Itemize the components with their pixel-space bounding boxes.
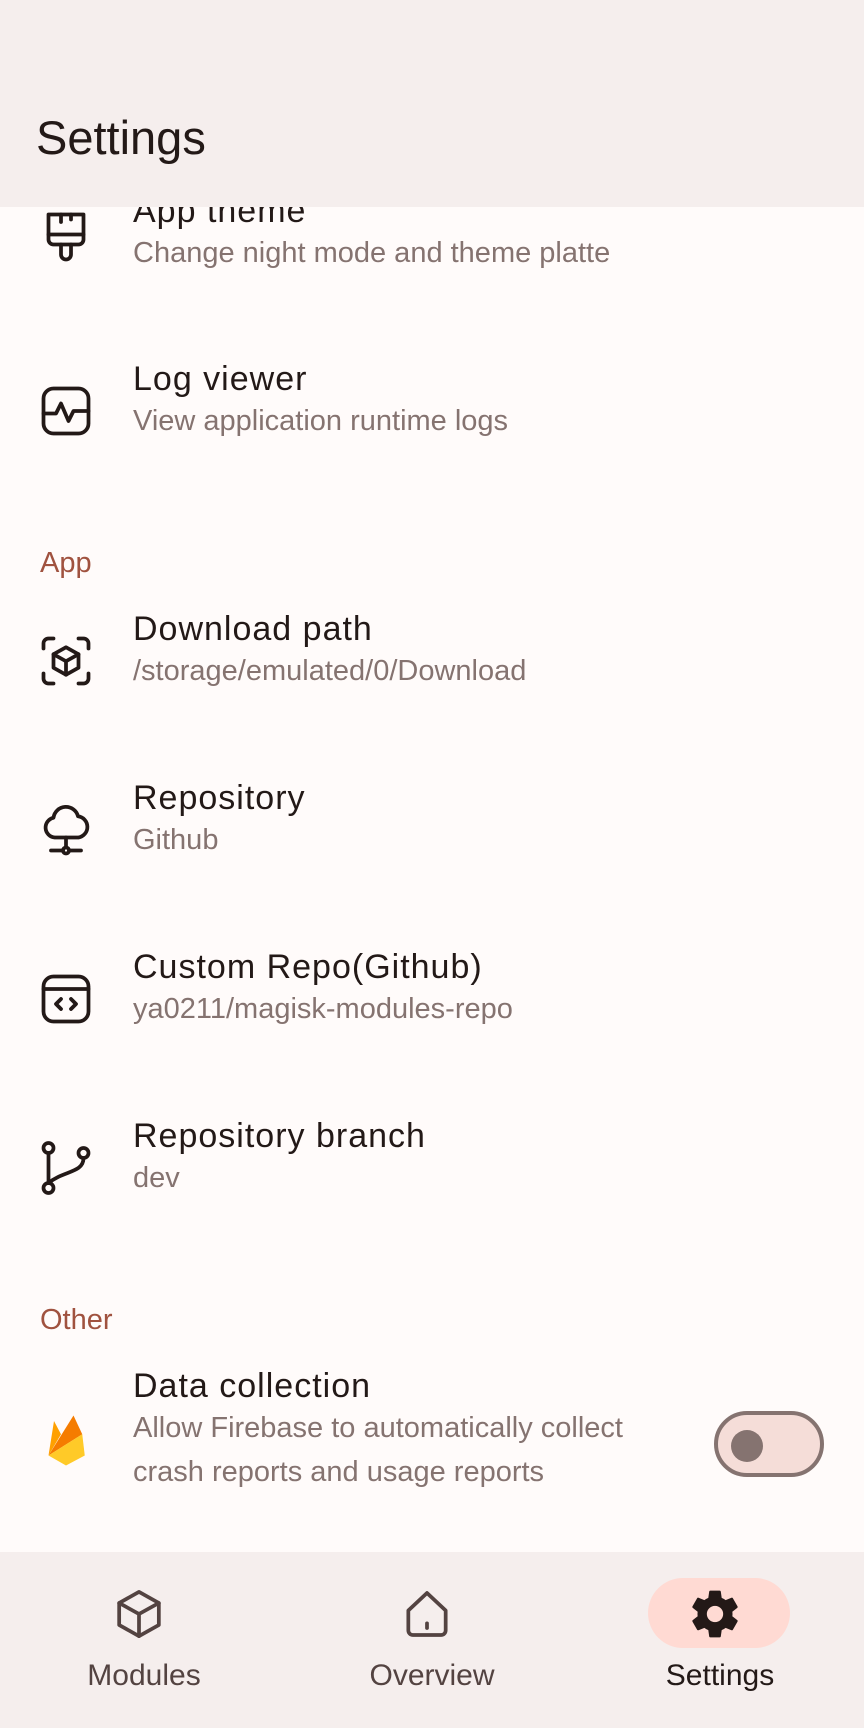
git-branch-icon bbox=[36, 1138, 96, 1198]
activity-monitor-icon bbox=[36, 381, 96, 441]
nav-item-settings[interactable]: Settings bbox=[576, 1552, 864, 1728]
settings-item-subtitle: ya0211/magisk-modules-repo bbox=[133, 993, 513, 1025]
settings-item-subtitle: /storage/emulated/0/Download bbox=[133, 655, 527, 687]
settings-item-title: Repository bbox=[133, 779, 306, 817]
home-icon bbox=[399, 1586, 455, 1642]
settings-item-repository-branch[interactable]: Repository branch dev bbox=[0, 1110, 864, 1278]
settings-list[interactable]: App theme Change night mode and theme pl… bbox=[0, 207, 864, 1552]
settings-item-download-path[interactable]: Download path /storage/emulated/0/Downlo… bbox=[0, 603, 864, 771]
settings-item-custom-repo[interactable]: Custom Repo(Github) ya0211/magisk-module… bbox=[0, 941, 864, 1109]
settings-item-subtitle: Allow Firebase to automatically collect … bbox=[133, 1412, 623, 1488]
cloud-network-icon bbox=[36, 800, 96, 860]
settings-item-subtitle: dev bbox=[133, 1162, 180, 1194]
section-header-other: Other bbox=[40, 1304, 113, 1336]
nav-label: Overview bbox=[369, 1659, 495, 1692]
firebase-icon bbox=[36, 1408, 96, 1468]
top-app-bar: Settings bbox=[0, 0, 864, 207]
settings-item-app-theme[interactable]: App theme Change night mode and theme pl… bbox=[0, 207, 864, 353]
settings-item-title: App theme bbox=[133, 207, 307, 230]
section-header-app: App bbox=[40, 547, 92, 579]
nav-item-modules[interactable]: Modules bbox=[0, 1552, 288, 1728]
settings-item-repository[interactable]: Repository Github bbox=[0, 772, 864, 940]
cube-icon bbox=[111, 1586, 167, 1642]
data-collection-toggle[interactable] bbox=[714, 1411, 824, 1477]
box-folder-icon bbox=[36, 631, 96, 691]
settings-item-log-viewer[interactable]: Log viewer View application runtime logs bbox=[0, 353, 864, 521]
page-title: Settings bbox=[36, 111, 206, 164]
bottom-navigation: Modules Overview Settings bbox=[0, 1552, 864, 1728]
nav-label: Settings bbox=[665, 1659, 775, 1692]
settings-item-subtitle: Github bbox=[133, 824, 219, 856]
settings-item-subtitle: View application runtime logs bbox=[133, 405, 509, 437]
paintbrush-icon bbox=[36, 207, 96, 267]
settings-item-data-collection[interactable]: Data collection Allow Firebase to automa… bbox=[0, 1360, 864, 1550]
code-window-icon bbox=[36, 969, 96, 1029]
settings-item-title: Download path bbox=[133, 610, 373, 648]
toggle-knob bbox=[731, 1430, 763, 1462]
settings-item-title: Repository branch bbox=[133, 1117, 426, 1155]
settings-item-subtitle: Change night mode and theme platte bbox=[133, 237, 611, 269]
settings-item-title: Log viewer bbox=[133, 360, 308, 398]
nav-item-overview[interactable]: Overview bbox=[288, 1552, 576, 1728]
settings-item-title: Custom Repo(Github) bbox=[133, 948, 483, 986]
settings-screen: Settings App theme Change night mode and… bbox=[0, 0, 864, 1728]
nav-label: Modules bbox=[87, 1659, 201, 1692]
gear-icon bbox=[687, 1586, 743, 1642]
settings-item-title: Data collection bbox=[133, 1367, 372, 1405]
